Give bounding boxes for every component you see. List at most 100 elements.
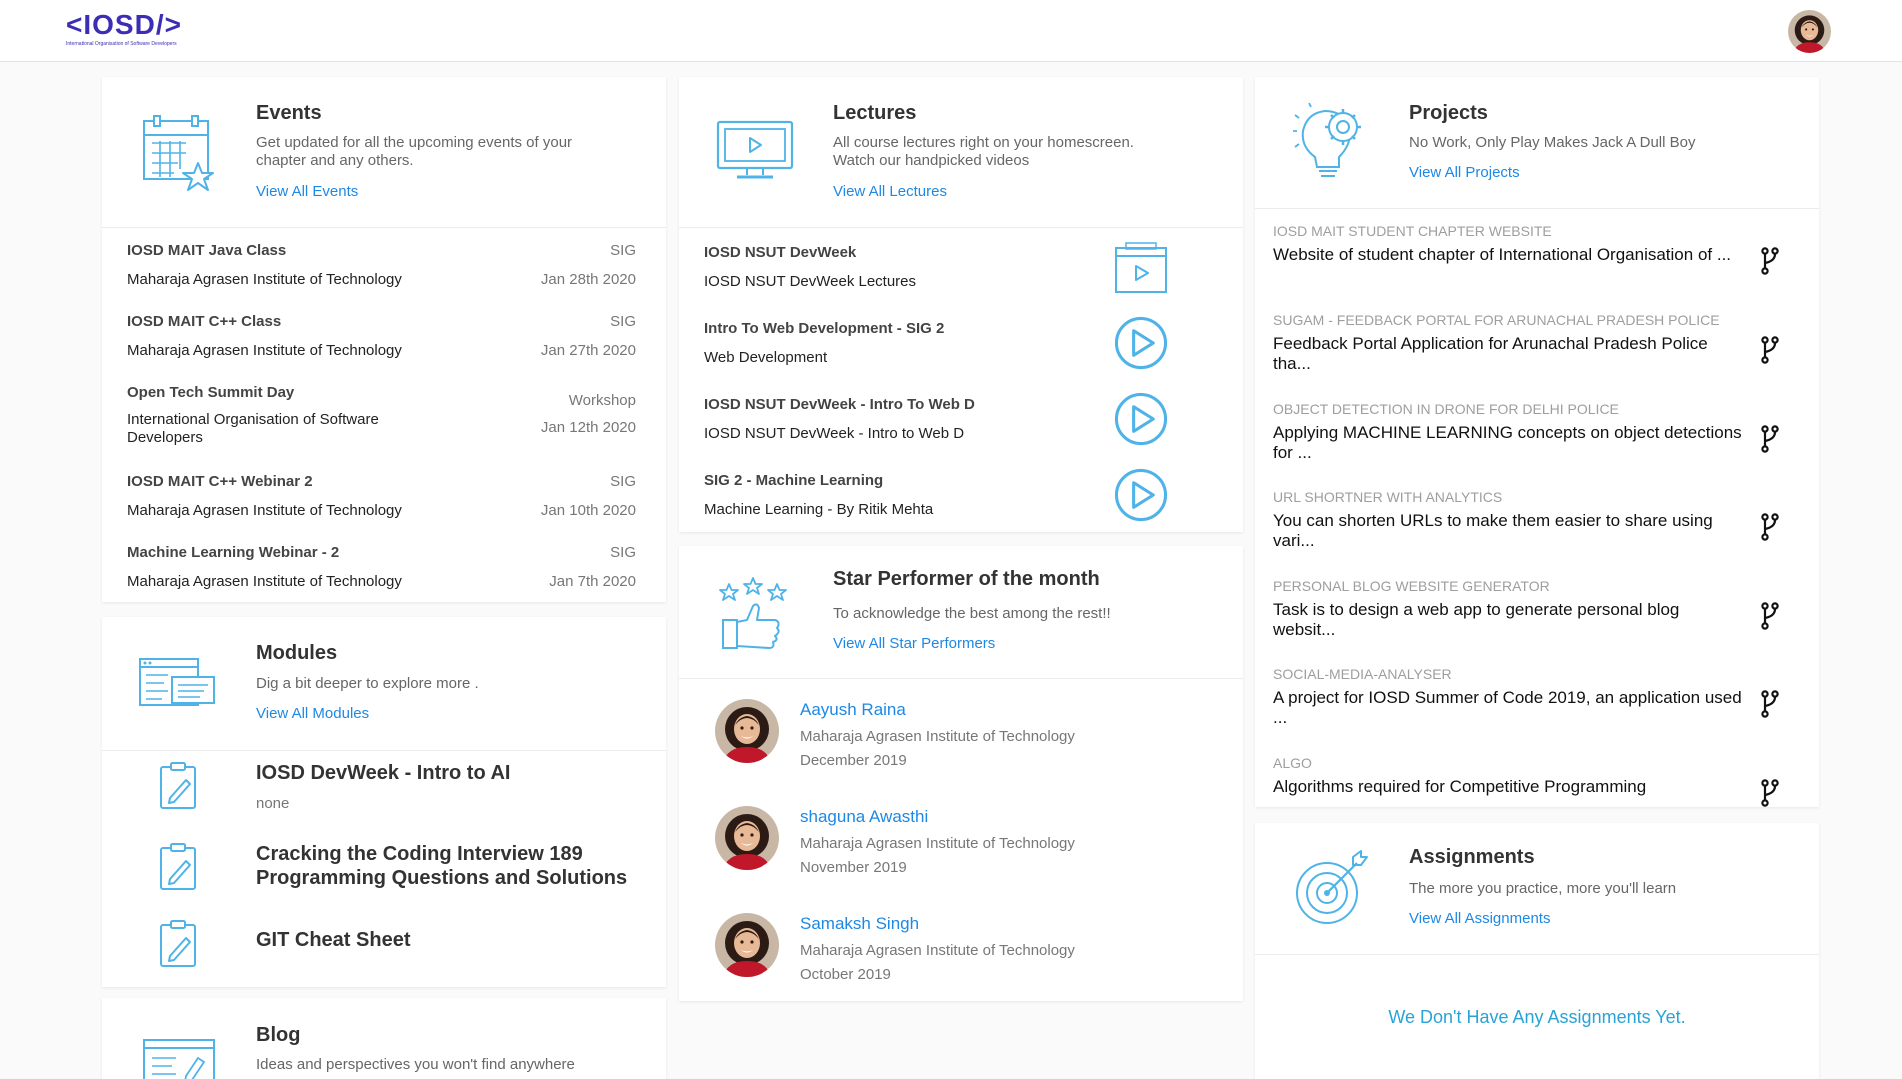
event-institute: Maharaja Agrasen Institute of Technology <box>127 271 402 288</box>
module-row[interactable]: Cracking the Coding Interview 189 Progra… <box>102 832 666 910</box>
lecture-title: IOSD NSUT DevWeek <box>704 244 857 261</box>
modules-card: Modules Dig a bit deeper to explore more… <box>102 617 666 987</box>
project-row[interactable]: ALGO Algorithms required for Competitive … <box>1255 741 1819 829</box>
assignments-empty-message: We Don't Have Any Assignments Yet. <box>1388 1007 1686 1027</box>
lecture-row[interactable]: IOSD NSUT DevWeek - Intro To Web D IOSD N… <box>679 380 1243 456</box>
modules-title: Modules <box>256 642 338 664</box>
project-row[interactable]: OBJECT DETECTION IN DRONE FOR DELHI POLI… <box>1255 387 1819 475</box>
iosd-logo[interactable]: <IOSD/> International Organisation of So… <box>66 10 196 50</box>
star-performer-month: November 2019 <box>800 859 907 876</box>
video-window-icon[interactable] <box>1114 240 1168 294</box>
event-row[interactable]: Open Tech Summit Day Workshop Internationa… <box>102 370 666 458</box>
star-performer-institute: Maharaja Agrasen Institute of Technology <box>800 942 1075 959</box>
project-row[interactable]: PERSONAL BLOG WEBSITE GENERATOR Task is t… <box>1255 564 1819 652</box>
event-type-badge: SIG <box>610 242 636 259</box>
lecture-row[interactable]: Intro To Web Development - SIG 2 Web Deve… <box>679 304 1243 380</box>
star-performer-name[interactable]: Samaksh Singh <box>800 914 919 934</box>
star-performer-card-header: Star Performer of the month To acknowled… <box>679 546 1243 679</box>
events-card: Events Get updated for all the upcoming … <box>102 77 666 602</box>
event-row[interactable]: Machine Learning Webinar - 2 SIG Maharaja … <box>102 530 666 600</box>
git-fork-icon[interactable] <box>1760 513 1780 546</box>
star-performer-name[interactable]: shaguna Awasthi <box>800 807 928 827</box>
view-all-projects-link[interactable]: View All Projects <box>1409 164 1520 181</box>
git-fork-icon[interactable] <box>1760 779 1780 812</box>
project-description: Task is to design a web app to generate … <box>1273 600 1680 639</box>
event-institute: International Organisation of Software D… <box>127 411 379 446</box>
project-row[interactable]: URL SHORTNER WITH ANALYTICS You can short… <box>1255 475 1819 563</box>
play-circle-icon[interactable] <box>1114 468 1168 522</box>
module-row[interactable]: GIT Cheat Sheet <box>102 909 666 987</box>
view-all-assignments-link[interactable]: View All Assignments <box>1409 910 1550 927</box>
git-fork-icon[interactable] <box>1760 602 1780 635</box>
projects-desc: No Work, Only Play Makes Jack A Dull Boy <box>1409 134 1696 151</box>
event-date: Jan 10th 2020 <box>540 502 636 519</box>
project-row[interactable]: SOCIAL-MEDIA-ANALYSER A project for IOSD … <box>1255 652 1819 740</box>
avatar <box>715 699 779 763</box>
project-description: You can shorten URLs to make them easier… <box>1273 511 1713 550</box>
lecture-row[interactable]: SIG 2 - Machine Learning Machine Learning… <box>679 456 1243 532</box>
lectures-card-header: Lectures All course lectures right on yo… <box>679 77 1243 228</box>
logo-text: IOSD <box>83 9 156 40</box>
lectures-card: Lectures All course lectures right on yo… <box>679 77 1243 532</box>
event-type-badge: SIG <box>610 473 636 490</box>
play-circle-icon[interactable] <box>1114 392 1168 446</box>
star-performer-institute: Maharaja Agrasen Institute of Technology <box>800 835 1075 852</box>
event-row[interactable]: IOSD MAIT C++ Webinar 2 SIG Maharaja Agras… <box>102 459 666 529</box>
project-description: Applying MACHINE LEARNING concepts on ob… <box>1273 423 1742 462</box>
star-performer-row[interactable]: Samaksh Singh Maharaja Agrasen Institute … <box>679 913 1243 1013</box>
lecture-row[interactable]: IOSD NSUT DevWeek IOSD NSUT DevWeek Lectu… <box>679 228 1243 304</box>
view-all-lectures-link[interactable]: View All Lectures <box>833 183 947 200</box>
project-category: PERSONAL BLOG WEBSITE GENERATOR <box>1273 578 1550 594</box>
event-type-badge: SIG <box>610 313 636 330</box>
event-title: Machine Learning Webinar - 2 <box>127 544 340 561</box>
view-all-events-link[interactable]: View All Events <box>256 183 358 200</box>
logo-tagline: International Organisation of Software D… <box>66 41 177 47</box>
event-institute: Maharaja Agrasen Institute of Technology <box>127 342 402 359</box>
target-icon <box>1296 850 1368 924</box>
git-fork-icon[interactable] <box>1760 690 1780 723</box>
assignments-card: Assignments The more you practice, more … <box>1255 823 1819 1079</box>
project-category: IOSD MAIT STUDENT CHAPTER WEBSITE <box>1273 223 1552 239</box>
event-date: Jan 27th 2020 <box>540 342 636 359</box>
clipboard-edit-icon <box>158 761 198 816</box>
clipboard-edit-icon <box>158 842 198 897</box>
project-description: A project for IOSD Summer of Code 2019, … <box>1273 688 1742 727</box>
star-performer-month: December 2019 <box>800 752 907 769</box>
user-avatar[interactable] <box>1788 10 1831 53</box>
view-all-star-performers-link[interactable]: View All Star Performers <box>833 635 995 652</box>
blog-desc: Ideas and perspectives you won't find an… <box>256 1056 575 1073</box>
monitor-play-icon <box>716 120 794 179</box>
avatar-photo-icon <box>715 699 779 763</box>
project-description: Algorithms required for Competitive Prog… <box>1273 777 1647 796</box>
star-performer-row[interactable]: Aayush Raina Maharaja Agrasen Institute o… <box>679 699 1243 799</box>
lecture-title: IOSD NSUT DevWeek - Intro To Web D <box>704 396 975 413</box>
git-fork-icon[interactable] <box>1760 425 1780 458</box>
star-performer-name[interactable]: Aayush Raina <box>800 700 906 720</box>
lecture-subtitle: Web Development <box>704 349 828 366</box>
event-row[interactable]: IOSD MAIT C++ Class SIG Maharaja Agrasen I… <box>102 299 666 369</box>
project-row[interactable]: IOSD MAIT STUDENT CHAPTER WEBSITE Website… <box>1255 209 1819 297</box>
module-row[interactable]: IOSD DevWeek - Intro to AI none <box>102 751 666 829</box>
event-row[interactable]: IOSD MAIT Java Class SIG Maharaja Agrasen … <box>102 228 666 298</box>
events-card-header: Events Get updated for all the upcoming … <box>102 77 666 228</box>
events-title: Events <box>256 102 322 124</box>
modules-card-header: Modules Dig a bit deeper to explore more… <box>102 617 666 751</box>
event-institute: Maharaja Agrasen Institute of Technology <box>127 502 402 519</box>
star-performer-row[interactable]: shaguna Awasthi Maharaja Agrasen Institut… <box>679 806 1243 906</box>
top-navbar: <IOSD/> International Organisation of So… <box>0 0 1902 62</box>
star-performer-month: October 2019 <box>800 966 891 983</box>
star-performer-card: Star Performer of the month To acknowled… <box>679 546 1243 1001</box>
view-all-modules-link[interactable]: View All Modules <box>256 705 369 722</box>
play-circle-icon[interactable] <box>1114 316 1168 370</box>
project-description: Website of student chapter of Internatio… <box>1273 245 1732 264</box>
avatar-photo-icon <box>715 913 779 977</box>
lectures-title: Lectures <box>833 102 917 124</box>
clipboard-edit-icon <box>158 919 198 974</box>
modules-window-icon <box>139 658 215 706</box>
event-date: Jan 28th 2020 <box>540 271 636 288</box>
assignments-title: Assignments <box>1409 846 1535 868</box>
git-fork-icon[interactable] <box>1760 336 1780 369</box>
project-row[interactable]: SUGAM - FEEDBACK PORTAL FOR ARUNACHAL PR… <box>1255 298 1819 386</box>
git-fork-icon[interactable] <box>1760 247 1780 280</box>
module-title: GIT Cheat Sheet <box>256 929 411 951</box>
